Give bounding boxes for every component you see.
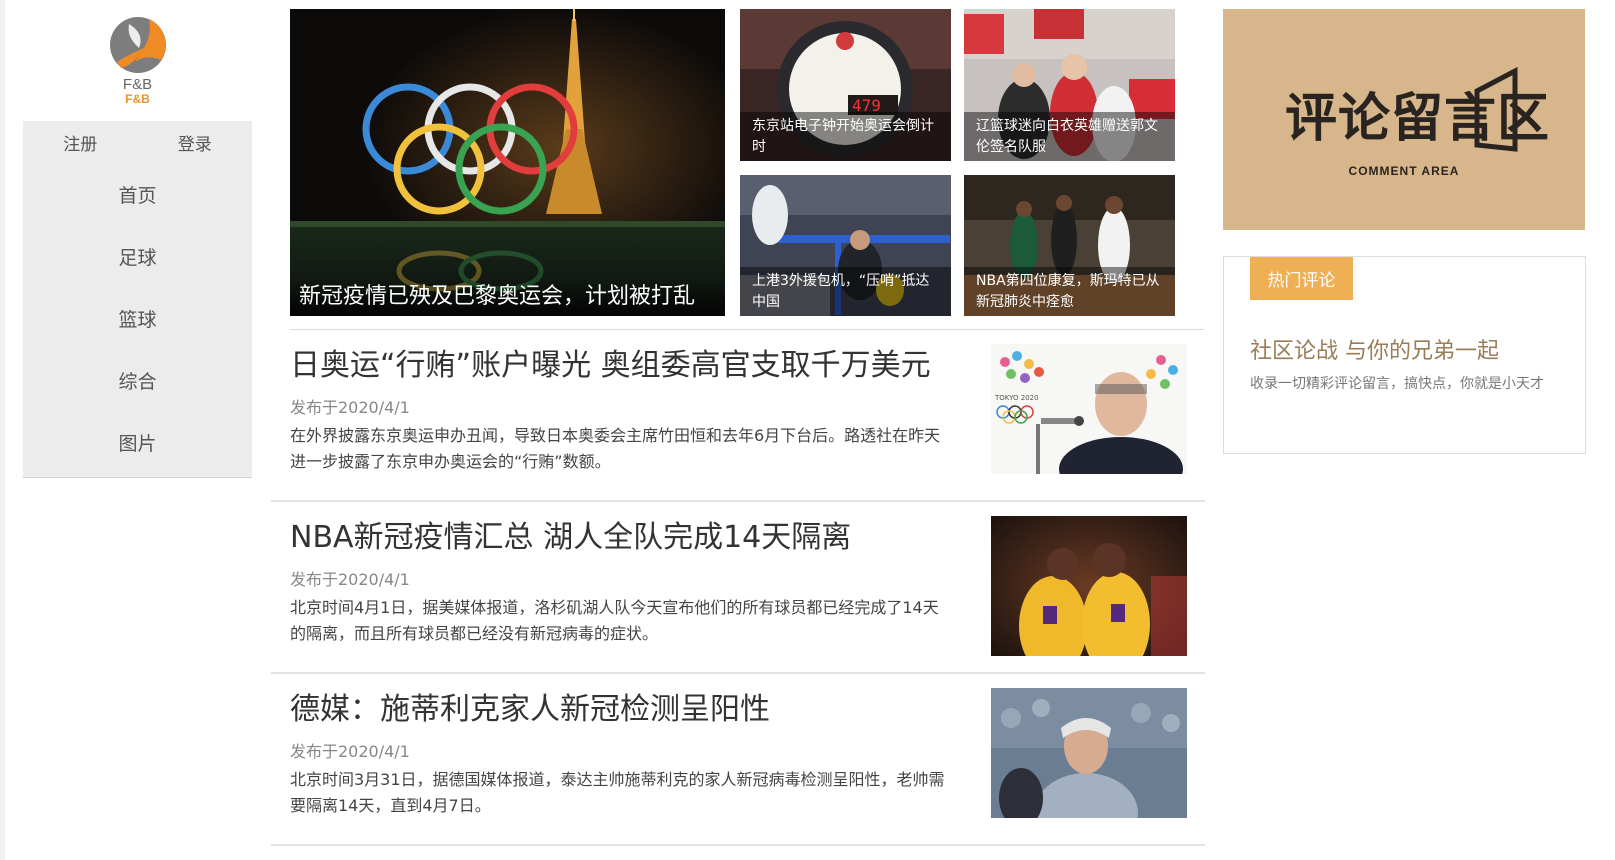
nav-item-general[interactable]: 综合 [23,349,252,411]
banner-title: 评论留言区 [1285,89,1551,149]
article-date: 发布于2020/4/1 [290,570,410,589]
hero-tile-fans[interactable]: 辽篮球迷向白衣英雄赠送郭文伦签名队服 [964,9,1175,161]
hot-comments-title[interactable]: 社区论战 与你的兄弟一起 [1250,333,1499,365]
login-link[interactable]: 登录 [138,130,253,155]
nav-item-basketball[interactable]: 篮球 [23,287,252,349]
article-title[interactable]: 日奥运“行贿”账户曝光 奥组委高官支取千万美元 [290,346,931,386]
article-item: 日奥运“行贿”账户曝光 奥组委高官支取千万美元 发布于2020/4/1 在外界披… [271,330,1205,502]
article-item: 德媒：施蒂利克家人新冠检测呈阳性 发布于2020/4/1 北京时间3月31日，据… [271,674,1205,846]
coach-portrait-image [991,688,1187,828]
tile-caption: 辽篮球迷向白衣英雄赠送郭文伦签名队服 [964,112,1175,161]
nav-item-football[interactable]: 足球 [23,225,252,287]
article-thumbnail[interactable] [991,516,1187,656]
article-date: 发布于2020/4/1 [290,742,410,761]
auth-links: 注册 登录 [23,121,252,163]
hot-comments-tab[interactable]: 热门评论 [1250,257,1353,300]
banner-subtitle: COMMENT AREA [1348,164,1460,178]
tile-caption: 东京站电子钟开始奥运会倒计时 [740,112,951,161]
hot-comments-panel: 热门评论 社区论战 与你的兄弟一起 收录一切精彩评论留言，搞快点，你就是小天才 [1223,256,1586,454]
article-title[interactable]: NBA新冠疫情汇总 湖人全队完成14天隔离 [290,518,851,558]
hero-tile-testing[interactable]: 上港3外援包机，“压哨”抵达中国 [740,175,951,316]
article-thumbnail[interactable]: TOKYO 2020 [991,344,1187,484]
sidebar: F&B F&B 注册 登录 首页 足球 篮球 综合 图片 [23,9,252,478]
article-summary: 北京时间4月1日，据美媒体报道，洛杉矶湖人队今天宣布他们的所有球员都已经完成了1… [290,598,939,643]
article-item: NBA新冠疫情汇总 湖人全队完成14天隔离 发布于2020/4/1 北京时间4月… [271,502,1205,674]
hot-comments-description: 收录一切精彩评论留言，搞快点，你就是小天才 [1250,376,1544,392]
hero-tile-countdown[interactable]: 479 东京站电子钟开始奥运会倒计时 [740,9,951,161]
hero-tile-nba[interactable]: NBA第四位康复，斯玛特已从新冠肺炎中痊愈 [964,175,1175,316]
article-thumbnail[interactable] [991,688,1187,828]
page-left-edge [0,0,5,860]
article-summary: 在外界披露东京奥运申办丑闻，导致日本奥委会主席竹田恒和去年6月下台后。路透社在昨… [290,426,941,471]
olympic-rings-eiffel-image [290,9,725,316]
lakers-players-image [991,516,1187,656]
hero-main-story[interactable]: 新冠疫情已殃及巴黎奥运会，计划被打乱 [290,9,725,316]
official-at-microphone-image: TOKYO 2020 [991,344,1187,484]
logo-icon [109,17,166,73]
logo-text: F&B [122,76,153,93]
nav-item-home[interactable]: 首页 [23,163,252,225]
tile-caption: 上港3外援包机，“压哨”抵达中国 [740,267,951,316]
article-title[interactable]: 德媒：施蒂利克家人新冠检测呈阳性 [290,690,770,730]
nav-item-pictures[interactable]: 图片 [23,411,252,473]
nav-panel: 注册 登录 首页 足球 篮球 综合 图片 [23,121,252,478]
svg-text:TOKYO 2020: TOKYO 2020 [994,394,1039,402]
register-link[interactable]: 注册 [23,130,138,155]
nav-menu: 首页 足球 篮球 综合 图片 [23,163,252,473]
hero-main-caption: 新冠疫情已殃及巴黎奥运会，计划被打乱 [290,282,725,316]
tile-caption: NBA第四位康复，斯玛特已从新冠肺炎中痊愈 [964,267,1175,316]
logo-subtext: F&B [125,92,150,106]
article-date: 发布于2020/4/1 [290,398,410,417]
article-summary: 北京时间3月31日，据德国媒体报道，泰达主帅施蒂利克的家人新冠病毒检测呈阳性，老… [290,770,945,815]
comment-area-banner[interactable]: 评论留言区 COMMENT AREA [1223,9,1585,230]
site-logo[interactable]: F&B F&B [23,9,252,121]
